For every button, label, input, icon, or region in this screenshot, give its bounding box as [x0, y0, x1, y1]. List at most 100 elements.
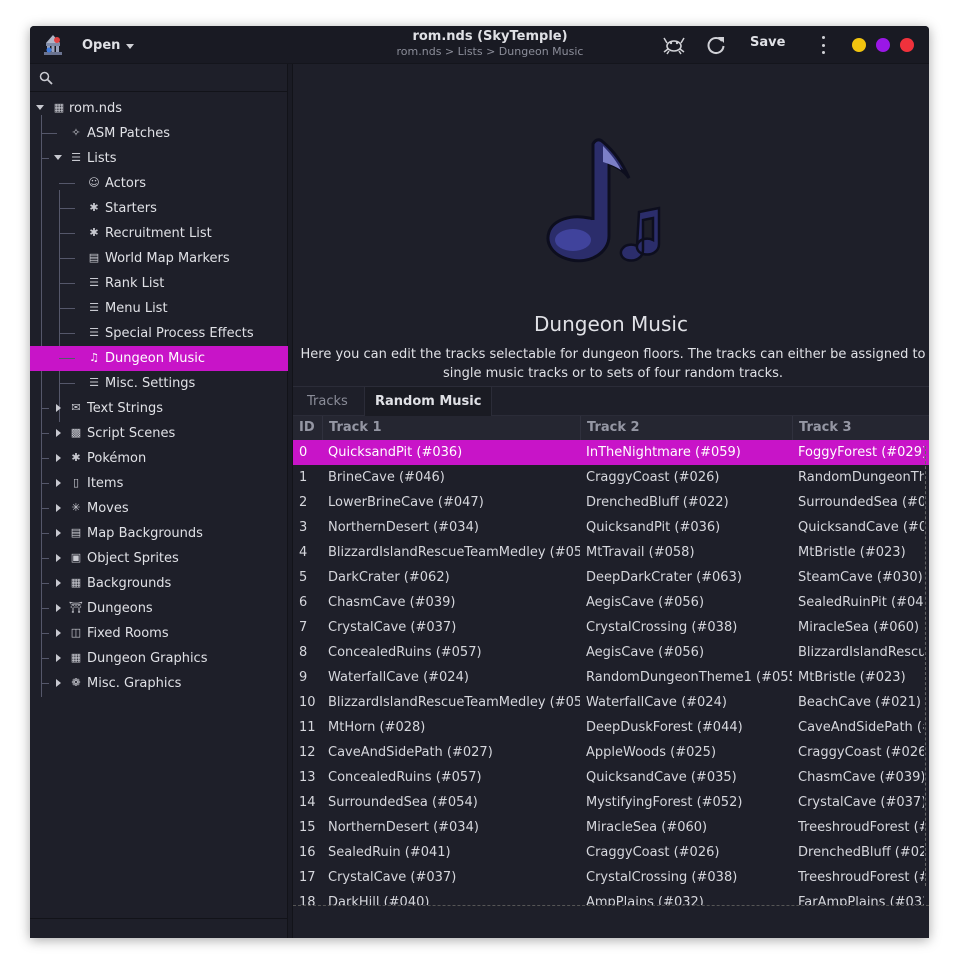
cell-track2[interactable]: CraggyCoast (#026): [586, 840, 792, 865]
cell-track1[interactable]: LowerBrineCave (#047): [328, 490, 580, 515]
table-row[interactable]: 17 CrystalCave (#037) CrystalCrossing (#03…: [293, 865, 929, 890]
cell-track1[interactable]: DarkHill (#040): [328, 890, 580, 905]
cell-track1[interactable]: SurroundedSea (#054): [328, 790, 580, 815]
cell-track1[interactable]: BlizzardIslandRescueTeamMedley (#053): [328, 690, 580, 715]
cell-track2[interactable]: CrystalCrossing (#038): [586, 615, 792, 640]
table-row[interactable]: 0 QuicksandPit (#036) InTheNightmare (#059…: [293, 440, 929, 465]
cell-track2[interactable]: AmpPlains (#032): [586, 890, 792, 905]
expander-right-icon[interactable]: [56, 504, 61, 512]
tree-item-rom[interactable]: ▦ rom.nds: [30, 96, 288, 121]
cell-track3[interactable]: CaveAndSidePath (#0: [798, 715, 924, 740]
cell-track2[interactable]: DrenchedBluff (#022): [586, 490, 792, 515]
cell-id[interactable]: 11: [299, 715, 325, 740]
cell-track1[interactable]: WaterfallCave (#024): [328, 665, 580, 690]
table-row[interactable]: 2 LowerBrineCave (#047) DrenchedBluff (#02…: [293, 490, 929, 515]
tree-item-pokemon[interactable]: ✱ Pokémon: [30, 446, 288, 471]
cell-track1[interactable]: NorthernDesert (#034): [328, 515, 580, 540]
expander-right-icon[interactable]: [56, 429, 61, 437]
tree-item-dungeon-graphics[interactable]: ▦ Dungeon Graphics: [30, 646, 288, 671]
cell-track2[interactable]: InTheNightmare (#059): [586, 440, 792, 465]
cell-track3[interactable]: CrystalCave (#037): [798, 790, 924, 815]
cell-id[interactable]: 2: [299, 490, 325, 515]
table-row[interactable]: 10 BlizzardIslandRescueTeamMedley (#053) W…: [293, 690, 929, 715]
expander-right-icon[interactable]: [56, 454, 61, 462]
tree-item-script-scenes[interactable]: ▩ Script Scenes: [30, 421, 288, 446]
cell-track1[interactable]: ConcealedRuins (#057): [328, 765, 580, 790]
debugger-crab-icon[interactable]: [662, 34, 686, 56]
tree-item-menu-list[interactable]: ☰ Menu List: [30, 296, 288, 321]
cell-id[interactable]: 1: [299, 465, 325, 490]
cell-track2[interactable]: QuicksandPit (#036): [586, 515, 792, 540]
vertical-scrollbar[interactable]: [924, 446, 926, 886]
expander-right-icon[interactable]: [56, 554, 61, 562]
cell-track2[interactable]: CrystalCrossing (#038): [586, 865, 792, 890]
cell-id[interactable]: 0: [299, 440, 325, 465]
cell-track2[interactable]: MiracleSea (#060): [586, 815, 792, 840]
tree-item-fixed-rooms[interactable]: ◫ Fixed Rooms: [30, 621, 288, 646]
cell-track1[interactable]: BlizzardIslandRescueTeamMedley (#053): [328, 540, 580, 565]
cell-id[interactable]: 7: [299, 615, 325, 640]
table-row[interactable]: 18 DarkHill (#040) AmpPlains (#032) FarAmpP…: [293, 890, 929, 905]
cell-track3[interactable]: TreeshroudForest (#0: [798, 815, 924, 840]
cell-track3[interactable]: SteamCave (#030): [798, 565, 924, 590]
expander-right-icon[interactable]: [56, 404, 61, 412]
minimize-button[interactable]: [852, 38, 866, 52]
cell-track1[interactable]: BrineCave (#046): [328, 465, 580, 490]
cell-track2[interactable]: RandomDungeonTheme1 (#055): [586, 665, 792, 690]
expander-right-icon[interactable]: [56, 479, 61, 487]
cell-track1[interactable]: CaveAndSidePath (#027): [328, 740, 580, 765]
reload-icon[interactable]: [704, 34, 728, 56]
cell-track3[interactable]: ChasmCave (#039): [798, 765, 924, 790]
tree-item-misc-settings[interactable]: ☰ Misc. Settings: [30, 371, 288, 396]
cell-track3[interactable]: SealedRuinPit (#042): [798, 590, 924, 615]
tab-random-music[interactable]: Random Music: [364, 387, 493, 416]
table-row[interactable]: 14 SurroundedSea (#054) MystifyingForest (…: [293, 790, 929, 815]
tree-item-actors[interactable]: ☺ Actors: [30, 171, 288, 196]
tree-item-starters[interactable]: ✱ Starters: [30, 196, 288, 221]
cell-track1[interactable]: DarkCrater (#062): [328, 565, 580, 590]
table-row[interactable]: 7 CrystalCave (#037) CrystalCrossing (#038…: [293, 615, 929, 640]
table-row[interactable]: 8 ConcealedRuins (#057) AegisCave (#056) Bl…: [293, 640, 929, 665]
cell-track3[interactable]: FoggyForest (#029): [798, 440, 924, 465]
cell-track2[interactable]: WaterfallCave (#024): [586, 690, 792, 715]
cell-id[interactable]: 8: [299, 640, 325, 665]
expander-right-icon[interactable]: [56, 529, 61, 537]
table-row[interactable]: 15 NorthernDesert (#034) MiracleSea (#060)…: [293, 815, 929, 840]
table-row[interactable]: 4 BlizzardIslandRescueTeamMedley (#053) Mt…: [293, 540, 929, 565]
table-row[interactable]: 11 MtHorn (#028) DeepDuskForest (#044) Cave…: [293, 715, 929, 740]
cell-track1[interactable]: ConcealedRuins (#057): [328, 640, 580, 665]
cell-id[interactable]: 6: [299, 590, 325, 615]
cell-track1[interactable]: QuicksandPit (#036): [328, 440, 580, 465]
cell-id[interactable]: 15: [299, 815, 325, 840]
tree-item-asm-patches[interactable]: ✧ ASM Patches: [30, 121, 288, 146]
cell-track2[interactable]: MystifyingForest (#052): [586, 790, 792, 815]
cell-id[interactable]: 5: [299, 565, 325, 590]
open-button[interactable]: Open: [76, 34, 140, 56]
cell-track2[interactable]: DeepDuskForest (#044): [586, 715, 792, 740]
cell-track2[interactable]: AegisCave (#056): [586, 590, 792, 615]
cell-id[interactable]: 14: [299, 790, 325, 815]
expander-right-icon[interactable]: [56, 604, 61, 612]
save-button[interactable]: Save: [750, 35, 785, 50]
tree-item-items[interactable]: ▯ Items: [30, 471, 288, 496]
cell-id[interactable]: 9: [299, 665, 325, 690]
cell-id[interactable]: 18: [299, 890, 325, 905]
table-row[interactable]: 6 ChasmCave (#039) AegisCave (#056) SealedR…: [293, 590, 929, 615]
tree-item-misc-graphics[interactable]: ❁ Misc. Graphics: [30, 671, 288, 696]
close-button[interactable]: [900, 38, 914, 52]
cell-track3[interactable]: MiracleSea (#060): [798, 615, 924, 640]
tree-item-recruitment-list[interactable]: ✱ Recruitment List: [30, 221, 288, 246]
expander-right-icon[interactable]: [56, 629, 61, 637]
table-row[interactable]: 12 CaveAndSidePath (#027) AppleWoods (#025…: [293, 740, 929, 765]
tree-item-moves[interactable]: ✳ Moves: [30, 496, 288, 521]
column-header-track3[interactable]: Track 3: [792, 416, 929, 440]
column-header-track1[interactable]: Track 1: [322, 416, 580, 440]
cell-track2[interactable]: DeepDarkCrater (#063): [586, 565, 792, 590]
table-row[interactable]: 1 BrineCave (#046) CraggyCoast (#026) Rando…: [293, 465, 929, 490]
tab-tracks[interactable]: Tracks: [297, 387, 358, 416]
cell-id[interactable]: 16: [299, 840, 325, 865]
cell-track3[interactable]: MtBristle (#023): [798, 665, 924, 690]
expander-down-icon[interactable]: [54, 155, 62, 160]
cell-track1[interactable]: SealedRuin (#041): [328, 840, 580, 865]
column-header-track2[interactable]: Track 2: [580, 416, 792, 440]
